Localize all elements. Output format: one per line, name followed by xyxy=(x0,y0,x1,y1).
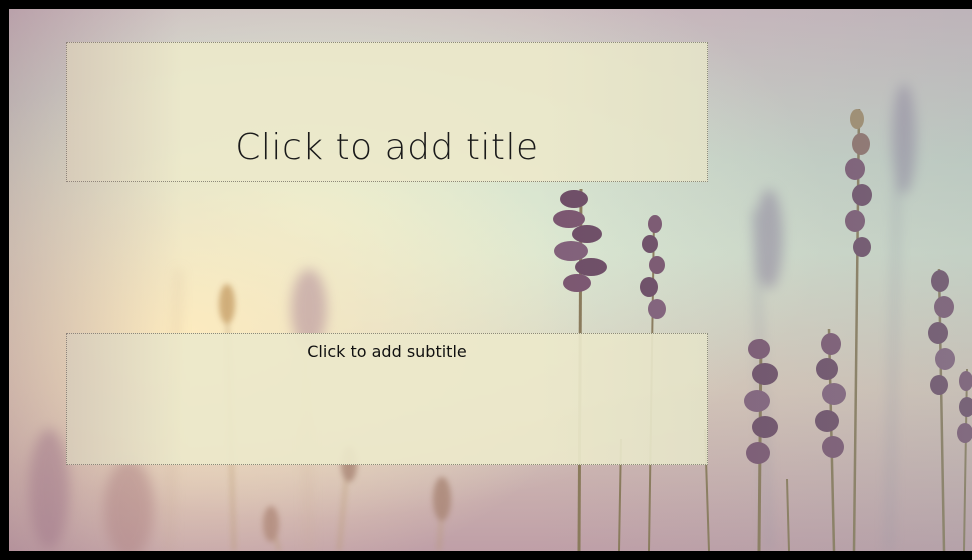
slide[interactable]: Click to add title Click to add subtitle xyxy=(9,9,972,551)
subtitle-placeholder[interactable]: Click to add subtitle xyxy=(66,333,708,465)
title-placeholder[interactable]: Click to add title xyxy=(66,42,708,182)
title-placeholder-text: Click to add title xyxy=(235,127,539,168)
subtitle-placeholder-text: Click to add subtitle xyxy=(307,342,467,361)
slide-editor-canvas: Click to add title Click to add subtitle xyxy=(0,0,972,560)
